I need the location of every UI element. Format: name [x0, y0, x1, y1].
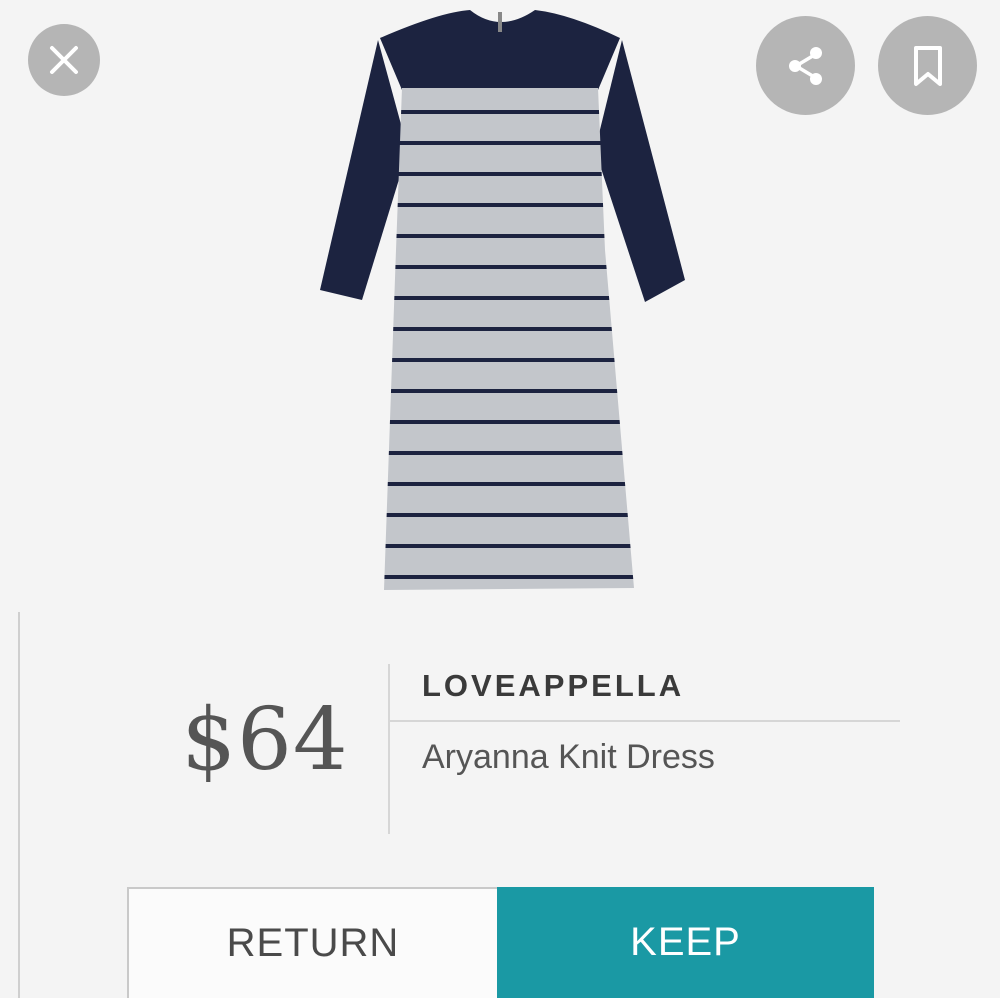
close-button[interactable]: [28, 24, 100, 96]
bookmark-icon: [913, 45, 942, 86]
share-button[interactable]: [756, 16, 855, 115]
keep-button[interactable]: KEEP: [497, 887, 874, 998]
left-border: [0, 612, 20, 998]
save-button[interactable]: [878, 16, 977, 115]
vertical-divider: [388, 664, 390, 834]
price: $64: [181, 690, 349, 790]
return-button[interactable]: RETURN: [127, 887, 497, 998]
brand-name: LOVEAPPELLA: [422, 668, 685, 703]
horizontal-divider: [390, 720, 900, 722]
item-name: Aryanna Knit Dress: [422, 738, 715, 776]
product-image: [300, 0, 700, 610]
close-icon: [50, 46, 78, 74]
share-icon: [788, 46, 822, 85]
